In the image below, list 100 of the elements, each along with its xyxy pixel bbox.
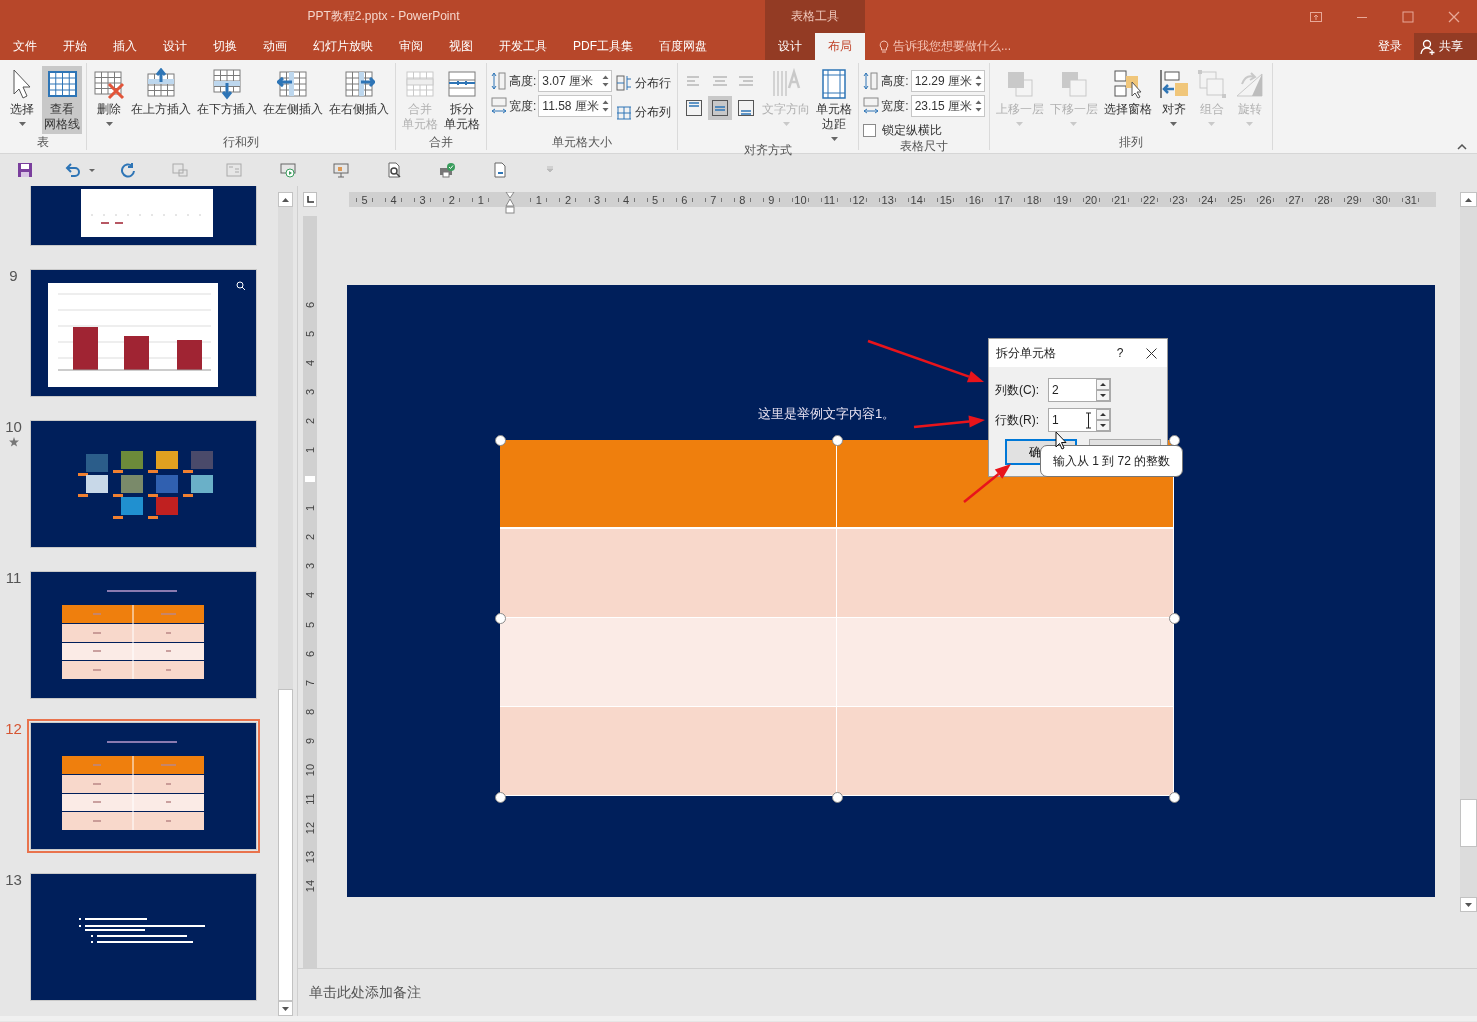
tab-selector[interactable] bbox=[303, 192, 317, 207]
ribbon-button[interactable]: 对齐 bbox=[1155, 66, 1192, 128]
scrollbar-thumb[interactable] bbox=[278, 689, 293, 1001]
ribbon-tab[interactable]: 审阅 bbox=[386, 33, 436, 60]
spinner-icon[interactable] bbox=[974, 99, 982, 113]
ribbon-button[interactable]: 在上方插入 bbox=[129, 66, 193, 119]
field-label: 宽度: bbox=[881, 97, 909, 115]
presentation-icon[interactable] bbox=[333, 162, 349, 178]
spinner-icon[interactable] bbox=[1096, 409, 1110, 431]
spinner-icon[interactable] bbox=[602, 99, 610, 113]
spinner-icon[interactable] bbox=[974, 74, 982, 88]
distribute-rows-icon bbox=[616, 75, 633, 91]
ribbon-tab[interactable]: 幻灯片放映 bbox=[300, 33, 386, 60]
ribbon-tab[interactable]: 设计 bbox=[765, 33, 815, 60]
scroll-down-icon[interactable] bbox=[282, 1006, 289, 1011]
group-label: 对齐方式 bbox=[743, 143, 794, 157]
save-icon[interactable] bbox=[17, 162, 33, 178]
print-preview-icon[interactable] bbox=[386, 162, 402, 178]
ribbon-button[interactable]: 删除 bbox=[91, 66, 127, 128]
dialog-title: 拆分单元格 bbox=[996, 344, 1057, 362]
ribbon-display-icon[interactable] bbox=[1310, 10, 1322, 23]
redo-icon[interactable] bbox=[120, 162, 136, 178]
checkbox[interactable] bbox=[863, 124, 877, 137]
resize-handle[interactable] bbox=[495, 792, 506, 803]
ribbon-tab[interactable]: 设计 bbox=[150, 33, 200, 60]
group-label: 单元格大小 bbox=[551, 135, 614, 150]
ribbon-tab[interactable]: 插入 bbox=[100, 33, 150, 60]
resize-handle[interactable] bbox=[832, 435, 843, 446]
number-field[interactable]: 1 bbox=[1048, 408, 1111, 432]
align-button[interactable] bbox=[708, 96, 733, 120]
resize-handle[interactable] bbox=[832, 792, 843, 803]
field-label: 列数(C): bbox=[995, 381, 1040, 399]
resize-handle[interactable] bbox=[495, 435, 506, 446]
slide-number: 13 bbox=[5, 871, 22, 888]
checkbox-label: 锁定纵横比 bbox=[882, 122, 943, 139]
group-label: 行和列 bbox=[222, 135, 260, 150]
resize-handle[interactable] bbox=[1169, 613, 1180, 624]
width-icon bbox=[863, 97, 880, 115]
slide-thumbnail[interactable] bbox=[27, 568, 260, 702]
scrollbar[interactable] bbox=[1460, 192, 1477, 912]
help-button[interactable]: ? bbox=[1105, 346, 1135, 360]
ribbon-button[interactable]: 在左侧插入 bbox=[261, 66, 325, 119]
spinner-icon[interactable] bbox=[602, 74, 610, 88]
ribbon-button[interactable]: 在右侧插入 bbox=[327, 66, 391, 119]
slide-thumbnail[interactable] bbox=[27, 417, 260, 551]
field-label: 高度: bbox=[509, 72, 537, 90]
tab-stop-icon bbox=[306, 196, 314, 203]
resize-handle[interactable] bbox=[1169, 792, 1180, 803]
scroll-up-icon[interactable] bbox=[1465, 197, 1472, 202]
slideshow-icon[interactable] bbox=[280, 162, 296, 178]
ribbon-button[interactable]: 在下方插入 bbox=[195, 66, 259, 119]
ribbon-button[interactable]: 选择窗格 bbox=[1101, 66, 1154, 119]
document-link-icon[interactable] bbox=[492, 162, 508, 178]
number-field[interactable]: 12.29 厘米 bbox=[910, 70, 985, 92]
ribbon-tab[interactable]: 百度网盘 bbox=[646, 33, 720, 60]
undo-icon[interactable] bbox=[65, 162, 81, 178]
tell-me-field[interactable]: 告诉我您想要做什么... bbox=[879, 33, 1011, 60]
split-cells-icon bbox=[446, 68, 478, 100]
slide-text: 这里是举例文字内容1。 bbox=[758, 405, 896, 423]
ribbon-tab[interactable]: 视图 bbox=[436, 33, 486, 60]
printer-icon[interactable] bbox=[439, 162, 455, 178]
ribbon-tab[interactable]: PDF工具集 bbox=[560, 33, 646, 60]
slide-thumbnail[interactable] bbox=[27, 719, 260, 853]
group-label: 表格尺寸 bbox=[899, 139, 949, 153]
number-field[interactable]: 11.58 厘米 bbox=[538, 95, 613, 117]
number-field[interactable]: 3.07 厘米 bbox=[538, 70, 613, 92]
sign-in-link[interactable]: 登录 bbox=[1378, 38, 1402, 55]
ribbon-tab[interactable]: 切换 bbox=[200, 33, 250, 60]
person-plus-icon bbox=[1420, 38, 1436, 55]
ribbon-button[interactable]: 查看 网格线 bbox=[42, 66, 82, 134]
ribbon-tab[interactable]: 开始 bbox=[50, 33, 100, 60]
indent-marker-icon[interactable] bbox=[504, 192, 515, 214]
ribbon-tab[interactable]: 文件 bbox=[0, 33, 50, 60]
share-button[interactable]: 共享 bbox=[1414, 33, 1477, 60]
ribbon-button[interactable]: 分布列 bbox=[614, 99, 674, 125]
scroll-up-icon[interactable] bbox=[282, 197, 289, 202]
slide-number: 11 bbox=[5, 569, 22, 586]
notes-placeholder[interactable]: 单击此处添加备注 bbox=[309, 983, 421, 1002]
ribbon-button[interactable]: 单元格 边距 bbox=[814, 66, 855, 143]
resize-handle[interactable] bbox=[495, 613, 506, 624]
vertical-align-icon bbox=[711, 99, 730, 117]
ribbon-tab[interactable]: 动画 bbox=[250, 33, 300, 60]
number-field[interactable]: 2 bbox=[1048, 378, 1111, 402]
ribbon-button[interactable]: 拆分 单元格 bbox=[442, 66, 482, 134]
slide-thumbnail[interactable] bbox=[27, 266, 260, 400]
collapse-ribbon-icon[interactable] bbox=[1457, 144, 1467, 150]
number-field[interactable]: 23.15 厘米 bbox=[910, 95, 985, 117]
close-icon[interactable] bbox=[1145, 347, 1157, 359]
spinner-icon[interactable] bbox=[1096, 379, 1110, 401]
scroll-down-icon[interactable] bbox=[1465, 902, 1472, 907]
context-label: 表格工具 bbox=[791, 8, 839, 25]
scrollbar-thumb[interactable] bbox=[1460, 799, 1477, 847]
ribbon-button[interactable]: 分布行 bbox=[614, 70, 674, 96]
selection-pane-icon bbox=[1111, 68, 1144, 100]
slide-number: 10 bbox=[5, 418, 22, 435]
align-icon bbox=[1157, 68, 1190, 100]
ribbon-button[interactable]: 选择 bbox=[4, 66, 40, 128]
ribbon-tab[interactable]: 布局 bbox=[815, 33, 865, 60]
slide-thumbnail[interactable] bbox=[27, 870, 260, 1004]
ribbon-tab[interactable]: 开发工具 bbox=[486, 33, 560, 60]
